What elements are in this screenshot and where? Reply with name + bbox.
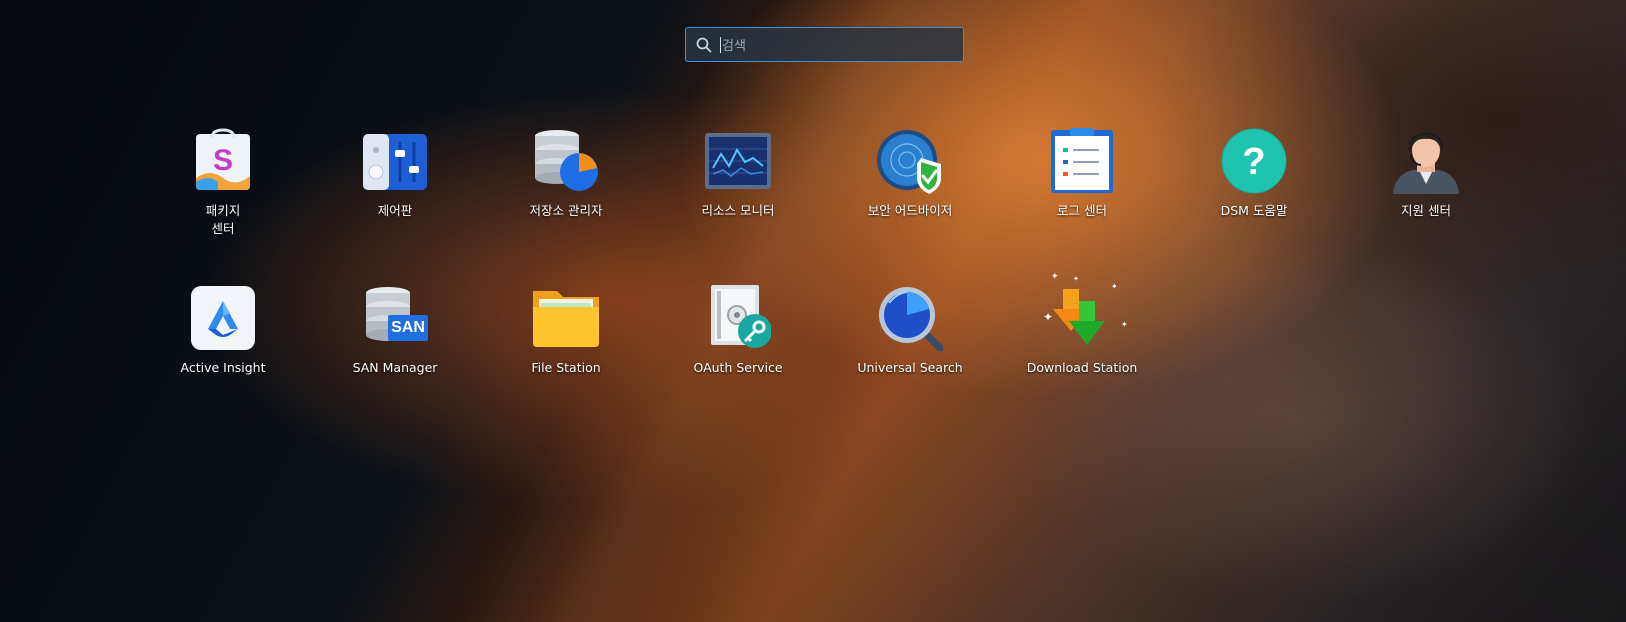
oauth-service-icon [705, 285, 772, 351]
app-support-center[interactable]: 지원 센터 [1351, 128, 1501, 220]
search-box[interactable] [685, 27, 964, 62]
app-label: Universal Search [857, 360, 963, 375]
app-universal-search[interactable]: Universal Search [835, 285, 985, 377]
svg-text:✦: ✦ [1051, 272, 1059, 282]
svg-text:?: ? [1242, 141, 1265, 183]
svg-text:✦: ✦ [1121, 320, 1128, 329]
svg-text:✦: ✦ [1043, 310, 1053, 324]
app-label: DSM 도움말 [1220, 203, 1288, 218]
app-active-insight[interactable]: Active Insight [148, 285, 298, 377]
app-package-center[interactable]: S 패키지 센터 [148, 128, 298, 238]
app-label: Download Station [1026, 360, 1138, 375]
app-log-center[interactable]: 로그 센터 [1007, 128, 1157, 220]
active-insight-icon [190, 285, 256, 351]
search-input[interactable] [720, 34, 956, 58]
san-badge-text: SAN [391, 319, 425, 336]
svg-text:S: S [213, 144, 233, 177]
support-center-icon [1393, 128, 1459, 194]
app-file-station[interactable]: File Station [491, 285, 641, 377]
control-panel-icon [362, 128, 428, 194]
app-label: OAuth Service [693, 360, 783, 375]
san-manager-icon: SAN [362, 285, 428, 351]
app-oauth-service[interactable]: OAuth Service [663, 285, 813, 377]
file-station-icon [533, 285, 599, 351]
universal-search-icon [877, 285, 945, 353]
app-label: 제어판 [377, 203, 413, 218]
svg-text:✦: ✦ [1111, 282, 1118, 291]
app-san-manager[interactable]: SAN SAN Manager [320, 285, 470, 377]
app-storage-manager[interactable]: 저장소 관리자 [491, 128, 641, 220]
log-center-icon [1049, 128, 1115, 194]
app-label: SAN Manager [352, 360, 438, 375]
search-icon [696, 37, 712, 53]
app-label: 지원 센터 [1401, 203, 1451, 218]
app-label: 로그 센터 [1057, 203, 1107, 218]
app-security-advisor[interactable]: 보안 어드바이저 [835, 128, 985, 220]
app-download-station[interactable]: ✦ ✦ ✦ ✦ ✦ Download Station [1007, 272, 1157, 377]
app-dsm-help[interactable]: ? DSM 도움말 [1179, 128, 1329, 220]
app-label: 리소스 모니터 [701, 203, 775, 218]
storage-manager-icon [533, 128, 599, 194]
app-label: 보안 어드바이저 [867, 203, 953, 218]
help-icon: ? [1221, 128, 1287, 194]
app-control-panel[interactable]: 제어판 [320, 128, 470, 220]
package-center-icon: S [190, 128, 256, 194]
app-label: 패키지 센터 [205, 203, 241, 236]
download-station-icon: ✦ ✦ ✦ ✦ ✦ [1043, 272, 1128, 351]
app-resource-monitor[interactable]: 리소스 모니터 [663, 128, 813, 220]
app-label: 저장소 관리자 [529, 203, 603, 218]
app-label: Active Insight [180, 360, 266, 375]
app-label: File Station [531, 360, 601, 375]
svg-text:✦: ✦ [1073, 275, 1079, 283]
security-advisor-icon [877, 128, 943, 194]
resource-monitor-icon [705, 128, 771, 194]
